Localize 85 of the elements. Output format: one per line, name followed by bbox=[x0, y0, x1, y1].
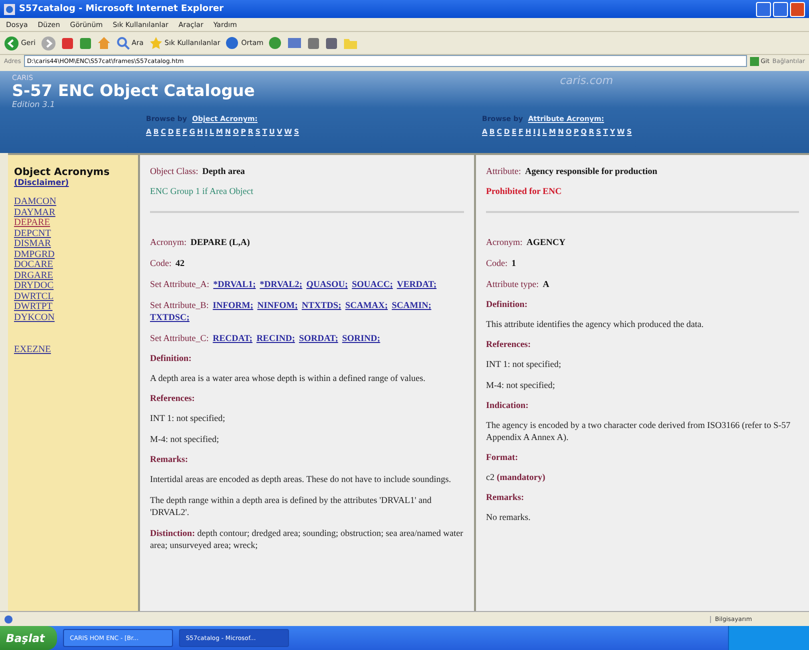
section-heading: Remarks: bbox=[486, 492, 525, 502]
paragraph: No remarks. bbox=[486, 511, 532, 523]
acronym-link[interactable]: DOCARE bbox=[14, 260, 132, 270]
field-label: Set Attribute_A: bbox=[150, 278, 210, 290]
paragraph: The agency is encoded by a two character code derived from ISO3166 (refer to S-57 Appendix A Annex A). bbox=[486, 419, 792, 443]
close-button[interactable] bbox=[790, 2, 805, 16]
folder-icon bbox=[343, 36, 358, 50]
field-value: AGENCY bbox=[526, 236, 566, 248]
acronym-link[interactable]: DAMCON bbox=[14, 197, 132, 208]
minimize-button[interactable] bbox=[756, 2, 771, 16]
field-label: Object Class: bbox=[150, 165, 198, 177]
field-label: Code: bbox=[486, 257, 508, 269]
attribute-link[interactable]: SORIND; bbox=[342, 332, 380, 344]
toolbar-button[interactable] bbox=[40, 36, 56, 50]
acronym-link[interactable]: DMPGRD bbox=[14, 250, 132, 260]
paragraph: Intertidal areas are encoded as depth areas. These do not have to include soundings. bbox=[150, 473, 452, 485]
acronym-link[interactable]: DAYMAR bbox=[14, 208, 132, 218]
attribute-link[interactable]: RECDAT; bbox=[212, 332, 252, 344]
attribute-link[interactable]: VERDAT; bbox=[396, 278, 437, 290]
field-label: Set Attribute_C: bbox=[150, 332, 209, 344]
sidebar-title: Object Acronyms bbox=[14, 167, 111, 178]
house-icon bbox=[96, 36, 111, 50]
field-label: Acronym: bbox=[150, 236, 186, 248]
field-value: Depth area bbox=[202, 165, 245, 177]
page-title: S-57 ENC Object Catalogue bbox=[12, 82, 255, 100]
section-heading: Format: bbox=[486, 452, 519, 462]
paragraph: The depth range within a depth area is defined by the attributes 'DRVAL1' and 'DRVAL2'. bbox=[150, 494, 433, 518]
classification-note: Prohibited for ENC bbox=[486, 186, 563, 196]
attribute-link[interactable]: NINFOM; bbox=[257, 299, 298, 311]
field-value: 1 bbox=[512, 257, 516, 269]
classification-note: ENC Group 1 if Area Object bbox=[150, 186, 254, 196]
section-heading: Definition: bbox=[150, 353, 192, 363]
paragraph: M-4: not specified; bbox=[150, 433, 220, 445]
window-title: S57catalog - Microsoft Internet Explorer bbox=[19, 4, 224, 14]
field-value: DEPARE (L,A) bbox=[190, 236, 250, 248]
attribute-link[interactable]: *DRVAL1; bbox=[213, 278, 256, 290]
edition-label: Edition 3.1 bbox=[12, 100, 55, 109]
attribute-link[interactable]: SOUACC; bbox=[352, 278, 393, 290]
acronym-link[interactable]: EXEZNE bbox=[14, 345, 132, 356]
attribute-link[interactable]: RECIND; bbox=[256, 332, 295, 344]
section-heading: Indication: bbox=[486, 400, 530, 410]
toolbar-button[interactable] bbox=[96, 36, 111, 50]
acronym-link[interactable]: DISMAR bbox=[14, 239, 132, 250]
attribute-link[interactable]: QUASOU; bbox=[306, 278, 348, 290]
acronym-link[interactable]: DEPCNT bbox=[14, 228, 132, 239]
attribute-link[interactable]: NTXTDS; bbox=[302, 299, 342, 311]
browser-icon bbox=[4, 4, 15, 14]
attribute-link[interactable]: SORDAT; bbox=[298, 332, 338, 344]
attribute-link[interactable]: SCAMAX; bbox=[345, 299, 388, 311]
attribute-link[interactable]: *DRVAL2; bbox=[260, 278, 302, 290]
acronym-link[interactable]: DWRTCL bbox=[14, 292, 132, 302]
acronym-link[interactable]: DEPARE bbox=[14, 218, 132, 228]
field-value: A bbox=[542, 278, 550, 290]
field-value: 42 bbox=[176, 257, 184, 269]
acronym-link[interactable]: DRYDOC bbox=[14, 281, 132, 292]
field-label: Code: bbox=[150, 257, 172, 269]
start-button[interactable]: Başlat bbox=[0, 626, 57, 650]
site-logo: caris.com bbox=[560, 74, 614, 87]
section-heading: Definition: bbox=[486, 299, 528, 309]
acronym-link[interactable]: DWRTPT bbox=[14, 302, 132, 312]
disclaimer-link[interactable]: (Disclaimer) bbox=[14, 178, 132, 187]
paragraph: A depth area is a water area whose depth is within a defined range of values. bbox=[150, 372, 426, 384]
acronym-link[interactable]: DRGARE bbox=[14, 270, 132, 281]
attribute-link[interactable]: TXTDSC; bbox=[150, 311, 190, 323]
paragraph: c2 (mandatory) bbox=[486, 471, 546, 483]
section-heading: References: bbox=[486, 339, 532, 349]
acronym-link[interactable]: DYKCON bbox=[14, 312, 132, 323]
field-label: Attribute: bbox=[486, 165, 521, 177]
attribute-link[interactable]: SCAMIN; bbox=[392, 299, 432, 311]
field-value: Agency responsible for production bbox=[525, 165, 658, 177]
page-icon bbox=[4, 614, 13, 624]
paragraph: Distinction: depth contour; dredged area; sounding; obstruction; sea area/named water area; unsurveyed area; wreck; bbox=[150, 527, 464, 551]
paragraph: This attribute identifies the agency which produced the data. bbox=[486, 318, 705, 330]
field-label: Acronym: bbox=[486, 236, 522, 248]
field-label: Attribute type: bbox=[486, 278, 539, 290]
field-label: Set Attribute_B: bbox=[150, 299, 209, 311]
search-icon bbox=[116, 36, 130, 50]
star-icon bbox=[148, 36, 163, 50]
section-heading: References: bbox=[150, 393, 196, 403]
section-heading: Remarks: bbox=[150, 454, 189, 464]
paragraph: INT 1: not specified; bbox=[150, 412, 226, 424]
paragraph: M-4: not specified; bbox=[486, 379, 556, 391]
paragraph: INT 1: not specified; bbox=[486, 358, 562, 370]
maximize-button[interactable] bbox=[773, 2, 788, 16]
attribute-link[interactable]: INFORM; bbox=[212, 299, 254, 311]
